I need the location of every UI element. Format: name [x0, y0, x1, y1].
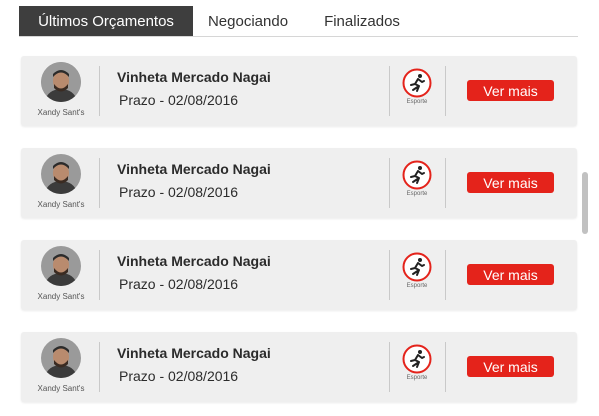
- category-label: Esporte: [406, 375, 428, 381]
- divider: [445, 66, 446, 116]
- author-name: Xandy Sant's: [37, 384, 85, 393]
- author-name: Xandy Sant's: [37, 108, 85, 117]
- quote-deadline: Prazo - 02/08/2016: [119, 184, 239, 200]
- quote-title: Vinheta Mercado Nagai: [117, 69, 271, 85]
- author-name: Xandy Sant's: [37, 200, 85, 209]
- tab-finalizados[interactable]: Finalizados: [303, 6, 421, 36]
- quote-title: Vinheta Mercado Nagai: [117, 161, 271, 177]
- category-block: Esporte: [399, 68, 435, 105]
- quote-card: Xandy Sant's Vinheta Mercado Nagai Prazo…: [21, 332, 577, 402]
- divider: [445, 158, 446, 208]
- avatar: [41, 246, 81, 286]
- tab-ultimos-orcamentos[interactable]: Últimos Orçamentos: [19, 6, 193, 36]
- divider: [99, 250, 100, 300]
- divider: [389, 342, 390, 392]
- tab-negociando[interactable]: Negociando: [193, 6, 303, 36]
- divider: [389, 158, 390, 208]
- category-label: Esporte: [406, 191, 428, 197]
- divider: [389, 66, 390, 116]
- category-label: Esporte: [406, 99, 428, 105]
- running-person-icon: [402, 344, 432, 374]
- category-label: Esporte: [406, 283, 428, 289]
- running-person-icon: [402, 160, 432, 190]
- avatar: [41, 338, 81, 378]
- author-block: Xandy Sant's: [33, 154, 89, 209]
- ver-mais-button[interactable]: Ver mais: [467, 356, 554, 377]
- quote-card: Xandy Sant's Vinheta Mercado Nagai Prazo…: [21, 56, 577, 126]
- divider: [445, 342, 446, 392]
- quote-list: Xandy Sant's Vinheta Mercado Nagai Prazo…: [21, 56, 577, 416]
- quote-card: Xandy Sant's Vinheta Mercado Nagai Prazo…: [21, 240, 577, 310]
- quote-card: Xandy Sant's Vinheta Mercado Nagai Prazo…: [21, 148, 577, 218]
- scrollbar-thumb[interactable]: [582, 172, 588, 234]
- category-block: Esporte: [399, 160, 435, 197]
- divider: [99, 66, 100, 116]
- author-block: Xandy Sant's: [33, 246, 89, 301]
- tab-bar: Últimos Orçamentos Negociando Finalizado…: [19, 6, 578, 37]
- ver-mais-button[interactable]: Ver mais: [467, 264, 554, 285]
- running-person-icon: [402, 252, 432, 282]
- quote-deadline: Prazo - 02/08/2016: [119, 368, 239, 384]
- category-block: Esporte: [399, 252, 435, 289]
- ver-mais-button[interactable]: Ver mais: [467, 172, 554, 193]
- quote-deadline: Prazo - 02/08/2016: [119, 92, 239, 108]
- divider: [389, 250, 390, 300]
- author-block: Xandy Sant's: [33, 62, 89, 117]
- quote-deadline: Prazo - 02/08/2016: [119, 276, 239, 292]
- quote-title: Vinheta Mercado Nagai: [117, 253, 271, 269]
- avatar: [41, 62, 81, 102]
- quote-title: Vinheta Mercado Nagai: [117, 345, 271, 361]
- divider: [445, 250, 446, 300]
- category-block: Esporte: [399, 344, 435, 381]
- divider: [99, 158, 100, 208]
- author-name: Xandy Sant's: [37, 292, 85, 301]
- avatar: [41, 154, 81, 194]
- ver-mais-button[interactable]: Ver mais: [467, 80, 554, 101]
- author-block: Xandy Sant's: [33, 338, 89, 393]
- divider: [99, 342, 100, 392]
- running-person-icon: [402, 68, 432, 98]
